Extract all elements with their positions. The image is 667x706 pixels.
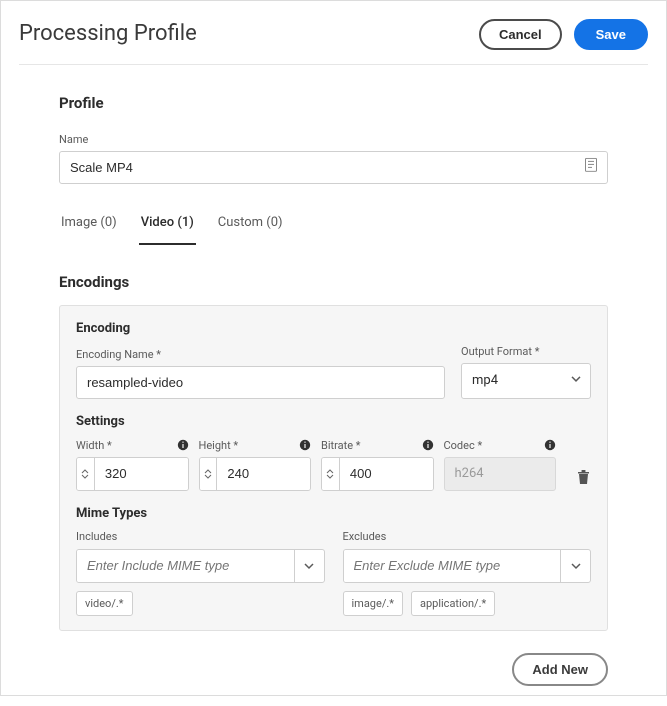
profile-name-label: Name	[59, 132, 608, 147]
encoding-name-label: Encoding Name *	[76, 347, 445, 362]
encoding-name-input[interactable]	[76, 366, 445, 399]
stepper-spin[interactable]	[322, 458, 340, 490]
page-title: Processing Profile	[19, 19, 197, 50]
codec-label: Codec *	[444, 438, 483, 453]
profile-tabs: Image (0) Video (1) Custom (0)	[59, 208, 608, 245]
encoding-card: Encoding Encoding Name * Output Format *…	[59, 305, 608, 631]
excludes-dropdown-toggle[interactable]	[560, 550, 590, 582]
mime-chip[interactable]: image/.*	[343, 591, 404, 616]
tab-image[interactable]: Image (0)	[59, 208, 119, 244]
info-icon[interactable]	[299, 439, 311, 451]
encodings-section-title: Encodings	[59, 272, 608, 293]
includes-chips: video/.*	[76, 591, 325, 616]
includes-combobox[interactable]	[76, 549, 325, 583]
delete-encoding-button[interactable]	[572, 463, 591, 491]
stepper-spin[interactable]	[200, 458, 218, 490]
includes-input[interactable]	[77, 550, 294, 582]
includes-label: Includes	[76, 529, 325, 544]
bitrate-input[interactable]	[340, 458, 433, 490]
excludes-combobox[interactable]	[343, 549, 592, 583]
output-format-select[interactable]: mp4	[461, 363, 591, 399]
save-button[interactable]: Save	[574, 19, 648, 50]
mime-chip[interactable]: video/.*	[76, 591, 133, 616]
form-icon	[584, 158, 598, 178]
width-stepper[interactable]	[76, 457, 189, 491]
includes-dropdown-toggle[interactable]	[294, 550, 324, 582]
height-input[interactable]	[217, 458, 310, 490]
chevron-down-icon	[304, 561, 314, 571]
chevron-down-icon	[571, 561, 581, 571]
cancel-button[interactable]: Cancel	[479, 19, 562, 50]
excludes-label: Excludes	[343, 529, 592, 544]
info-icon[interactable]	[544, 439, 556, 451]
info-icon[interactable]	[177, 439, 189, 451]
stepper-spin[interactable]	[77, 458, 95, 490]
trash-icon	[576, 469, 591, 485]
width-label: Width *	[76, 438, 112, 453]
mime-group-title: Mime Types	[76, 505, 591, 523]
excludes-input[interactable]	[344, 550, 561, 582]
encoding-group-title: Encoding	[76, 320, 591, 338]
tab-video[interactable]: Video (1)	[139, 208, 196, 244]
mime-chip[interactable]: application/.*	[411, 591, 495, 616]
output-format-label: Output Format *	[461, 344, 591, 359]
profile-section-title: Profile	[59, 93, 608, 114]
header-actions: Cancel Save	[479, 19, 648, 50]
profile-name-input[interactable]	[59, 151, 608, 184]
width-input[interactable]	[95, 458, 188, 490]
add-new-button[interactable]: Add New	[512, 653, 608, 686]
excludes-chips: image/.* application/.*	[343, 591, 592, 616]
tab-custom[interactable]: Custom (0)	[216, 208, 285, 244]
bitrate-stepper[interactable]	[321, 457, 434, 491]
info-icon[interactable]	[422, 439, 434, 451]
page-header: Processing Profile Cancel Save	[19, 19, 648, 65]
settings-group-title: Settings	[76, 413, 591, 431]
codec-field-disabled: h264	[444, 457, 557, 491]
height-label: Height *	[199, 438, 239, 453]
height-stepper[interactable]	[199, 457, 312, 491]
bitrate-label: Bitrate *	[321, 438, 361, 453]
